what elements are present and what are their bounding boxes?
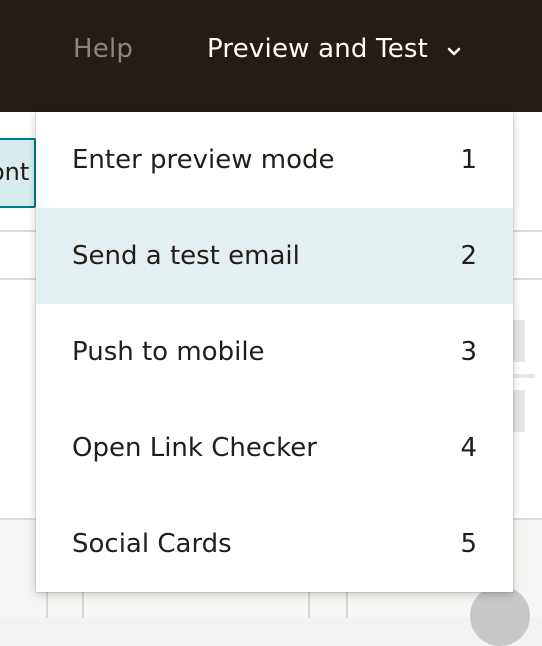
menu-item-shortcut: 3 (460, 337, 477, 367)
menu-item-open-link-checker[interactable]: Open Link Checker 4 (36, 400, 513, 496)
menu-item-label: Social Cards (72, 529, 232, 559)
content-tab-label: ont (0, 158, 30, 186)
menu-item-shortcut: 2 (460, 241, 477, 271)
menu-item-push-to-mobile[interactable]: Push to mobile 3 (36, 304, 513, 400)
menu-item-shortcut: 4 (460, 433, 477, 463)
menu-item-label: Enter preview mode (72, 145, 335, 175)
menu-item-social-cards[interactable]: Social Cards 5 (36, 496, 513, 592)
preview-and-test-label: Preview and Test (207, 34, 429, 64)
placeholder-block (513, 374, 535, 378)
menu-item-label: Push to mobile (72, 337, 265, 367)
placeholder-block (513, 320, 525, 362)
placeholder-block (513, 390, 525, 432)
help-menu-link[interactable]: Help (73, 34, 133, 64)
menu-item-label: Send a test email (72, 241, 300, 271)
menu-item-shortcut: 5 (460, 529, 477, 559)
preview-and-test-button[interactable]: Preview and Test (207, 34, 464, 64)
top-nav-bar: Help Preview and Test (0, 0, 542, 112)
menu-item-shortcut: 1 (460, 145, 477, 175)
menu-item-label: Open Link Checker (72, 433, 317, 463)
content-tab-button[interactable]: ont (0, 138, 36, 208)
preview-dropdown-menu: Enter preview mode 1 Send a test email 2… (36, 112, 513, 592)
facebook-icon (470, 586, 530, 646)
chevron-down-icon (444, 39, 464, 59)
menu-item-send-test-email[interactable]: Send a test email 2 (36, 208, 513, 304)
menu-item-enter-preview-mode[interactable]: Enter preview mode 1 (36, 112, 513, 208)
